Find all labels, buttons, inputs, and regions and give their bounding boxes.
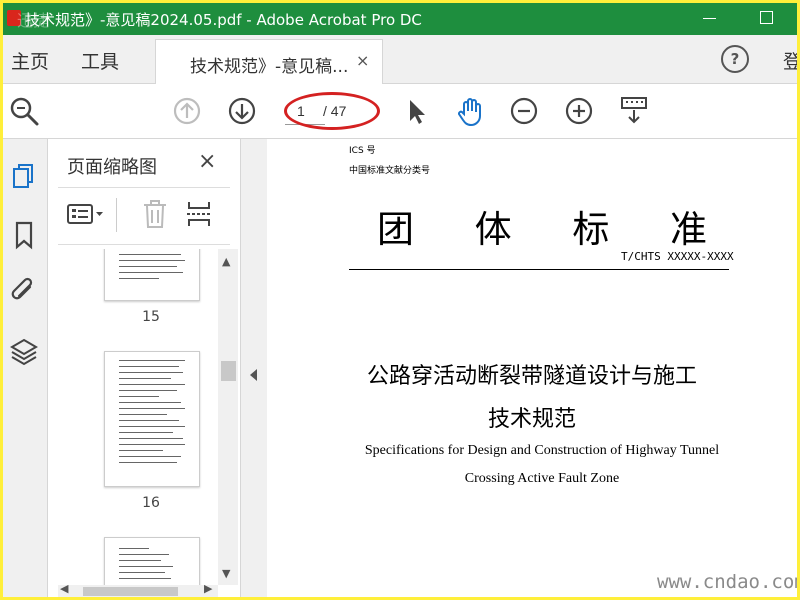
classification-number: 中国标准文献分类号 xyxy=(349,166,431,176)
thumbnail-panel-close-button[interactable]: × xyxy=(198,149,216,174)
page-split-icon[interactable] xyxy=(184,198,214,230)
hand-icon[interactable] xyxy=(453,94,487,128)
keyboard-icon[interactable] xyxy=(617,94,651,128)
thumbnail-horizontal-scrollbar[interactable]: ◀ ▶ xyxy=(58,582,218,597)
page-number-highlight-annotation xyxy=(284,92,380,130)
tab-bar: 主页 工具 技术规范》-意见稿... × ? 登 xyxy=(3,35,797,84)
toolbar: / 47 xyxy=(3,84,797,139)
tab-tools[interactable]: 工具 xyxy=(81,47,119,74)
toolbar-divider xyxy=(116,198,117,232)
help-icon[interactable]: ? xyxy=(721,45,749,73)
scroll-down-icon[interactable]: ▼ xyxy=(222,567,230,580)
document-tab-close-button[interactable]: × xyxy=(356,51,369,70)
title-chinese-line2: 技术规范 xyxy=(487,407,576,432)
scroll-thumb[interactable] xyxy=(221,361,236,381)
panel-collapse-strip[interactable] xyxy=(240,139,268,597)
horizontal-scroll-thumb[interactable] xyxy=(83,587,178,596)
zoom-in-icon[interactable] xyxy=(562,94,596,128)
arrow-up-circle-icon[interactable] xyxy=(170,94,204,128)
title-bar: 迅捷 技术规范》-意见稿2024.05.pdf - Adobe Acrobat … xyxy=(3,3,797,35)
site-watermark: www.cndao.com xyxy=(657,571,797,593)
heading-char: 准 xyxy=(669,208,707,251)
page-thumbnail-17[interactable] xyxy=(104,537,200,589)
thumbnail-page-number: 15 xyxy=(142,309,160,325)
left-icon-rail xyxy=(3,139,48,597)
acrobat-window: 迅捷 技术规范》-意见稿2024.05.pdf - Adobe Acrobat … xyxy=(3,3,797,597)
ics-number: ICS 号 xyxy=(349,146,376,156)
thumbnail-page-number: 16 xyxy=(142,495,160,511)
thumbnail-toolbar xyxy=(58,187,230,245)
page-thumbnails-icon[interactable] xyxy=(8,161,40,193)
thumbnail-list: 15 16 xyxy=(58,249,218,589)
search-icon[interactable] xyxy=(7,94,41,128)
document-tab-label: 技术规范》-意见稿... xyxy=(190,57,349,77)
thumbnail-panel-title: 页面缩略图 xyxy=(67,157,157,178)
title-chinese-line1: 公路穿活动断裂带隧道设计与施工 xyxy=(366,364,697,389)
window-title: 技术规范》-意见稿2024.05.pdf - Adobe Acrobat Pro… xyxy=(25,11,422,29)
delete-page-icon[interactable] xyxy=(140,198,170,230)
scroll-right-icon[interactable]: ▶ xyxy=(204,582,212,595)
standard-heading: 团 体 标 准 xyxy=(377,199,707,253)
bookmark-icon[interactable] xyxy=(8,219,40,251)
options-menu-icon[interactable] xyxy=(66,202,106,228)
thumbnail-vertical-scrollbar[interactable]: ▲ ▼ xyxy=(218,249,238,585)
collapse-arrow-icon[interactable] xyxy=(250,369,257,381)
heading-char: 标 xyxy=(572,208,610,251)
document-view[interactable]: ICS 号 中国标准文献分类号 团 体 标 准 T/CHTS XXXXX-XXX… xyxy=(267,139,797,597)
page-thumbnail-16[interactable] xyxy=(104,351,200,487)
heading-char: 团 xyxy=(377,208,414,251)
thumbnail-panel: 页面缩略图 × 15 16 ▲ ▼ ◀ ▶ xyxy=(48,139,240,597)
title-english-line2: Crossing Active Fault Zone xyxy=(464,471,620,486)
title-english-line1: Specifications for Design and Constructi… xyxy=(364,443,720,458)
layers-icon[interactable] xyxy=(8,335,40,367)
zoom-out-icon[interactable] xyxy=(507,94,541,128)
maximize-button[interactable] xyxy=(760,11,773,24)
scroll-left-icon[interactable]: ◀ xyxy=(60,582,68,595)
standard-code: T/CHTS XXXXX-XXXX xyxy=(621,250,734,263)
header-rule xyxy=(349,269,729,270)
attachment-icon[interactable] xyxy=(8,275,40,307)
page-thumbnail-15[interactable] xyxy=(104,249,200,301)
pointer-icon[interactable] xyxy=(399,94,433,128)
document-tab[interactable]: 技术规范》-意见稿... × xyxy=(155,39,383,84)
heading-char: 体 xyxy=(474,208,512,251)
arrow-down-circle-icon[interactable] xyxy=(225,94,259,128)
sign-in-button[interactable]: 登 xyxy=(783,47,797,74)
tab-home[interactable]: 主页 xyxy=(11,47,49,74)
scroll-up-icon[interactable]: ▲ xyxy=(222,255,230,268)
minimize-button[interactable] xyxy=(703,18,716,19)
